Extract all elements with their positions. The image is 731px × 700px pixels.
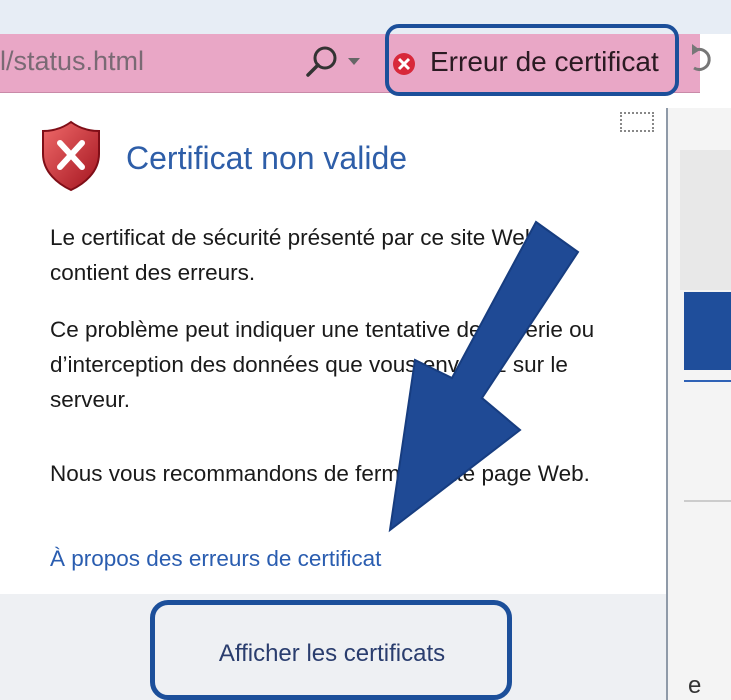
refresh-icon[interactable] (688, 42, 718, 80)
about-cert-errors-link[interactable]: À propos des erreurs de certificat (50, 546, 381, 572)
popup-paragraph: Nous vous recommandons de fermer cette p… (50, 461, 590, 486)
page-divider (684, 500, 731, 502)
popup-paragraph: Le certificat de sécurité présenté par c… (50, 225, 538, 285)
popup-resize-handle[interactable] (620, 112, 654, 132)
page-blue-bar (684, 292, 731, 370)
cert-error-highlight[interactable] (385, 24, 679, 96)
popup-title: Certificat non valide (126, 140, 408, 176)
page-text-fragment: e (688, 672, 702, 699)
show-certificates-highlight (150, 600, 512, 700)
page-divider (684, 380, 731, 382)
search-icon[interactable] (302, 44, 342, 80)
popup-paragraph: Ce problème peut indiquer une tentative … (50, 317, 595, 412)
url-text[interactable]: l/status.html (0, 46, 144, 77)
page-panel (680, 150, 731, 290)
chevron-down-icon[interactable] (347, 56, 361, 66)
shield-error-icon (42, 120, 100, 192)
